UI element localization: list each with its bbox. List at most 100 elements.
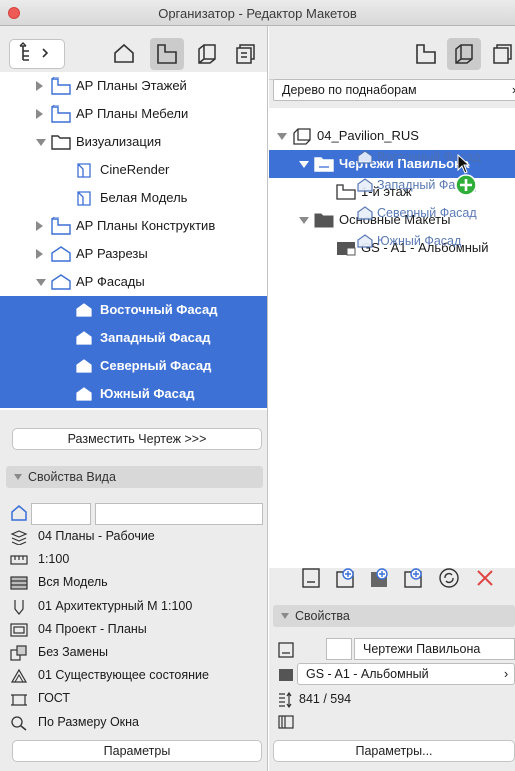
layout-id-field[interactable] (326, 638, 352, 660)
view-map-right-button[interactable] (409, 38, 443, 70)
elevation-ghost-icon (357, 150, 373, 164)
view-property-value: 1:100 (38, 552, 70, 567)
view-map-button[interactable] (150, 38, 184, 70)
tree-item[interactable]: 04_Pavilion_RUS (269, 122, 515, 150)
view-property-row[interactable]: Вся Модель (10, 572, 260, 594)
floorplan-icon (416, 44, 436, 64)
tree-item[interactable]: Южный Фасад (0, 380, 267, 408)
tree-mode-dropdown[interactable]: Дерево по поднаборам › (273, 79, 515, 101)
layout-icon (335, 183, 359, 204)
tree-item-label: Восточный Фасад (100, 302, 218, 317)
new-layout-icon[interactable] (299, 566, 323, 590)
elevation-ghost-icon (357, 206, 373, 220)
tree-item[interactable]: АР Разрезы (0, 240, 267, 268)
view-id-field[interactable] (31, 503, 91, 525)
properties-header[interactable]: Свойства (273, 605, 515, 627)
tree-item[interactable]: Белая Модель (0, 184, 267, 212)
tree-item[interactable]: АР Планы Мебели (0, 100, 267, 128)
project-map-button[interactable] (107, 38, 141, 70)
tree-item[interactable]: АР Фасады (0, 268, 267, 296)
layout-size-icon (279, 691, 292, 708)
right-pane: Дерево по поднаборам › 04_Pavilion_RUS Че… (269, 26, 515, 771)
master-layout-value: GS - A1 - Альбомный (306, 667, 429, 681)
place-drawing-button[interactable]: Разместить Чертеж >>> (12, 428, 262, 450)
view-property-row[interactable]: По Размеру Окна (10, 712, 260, 734)
view-property-row[interactable]: 04 Планы - Рабочие (10, 526, 260, 548)
new-folder-icon[interactable] (401, 566, 425, 590)
view-property-value: По Размеру Окна (38, 714, 140, 729)
publisher-button[interactable] (228, 38, 262, 70)
tree-item-label: CineRender (100, 162, 170, 177)
tree-item[interactable]: Восточный Фасад (0, 296, 267, 324)
disclosure-collapsed-icon[interactable] (36, 81, 43, 91)
view-property-row[interactable]: Без Замены (10, 642, 260, 664)
layout-actions (299, 564, 515, 594)
override-icon (10, 645, 28, 664)
tree-item[interactable]: Западный Фасад (0, 324, 267, 352)
tree-item[interactable]: Визуализация (0, 128, 267, 156)
elevation-icon (74, 301, 94, 322)
view-property-row[interactable]: 01 Существующее состояние (10, 665, 260, 687)
master-layout-icon (335, 239, 359, 260)
disclosure-expanded-icon[interactable] (299, 161, 309, 168)
delete-icon[interactable] (473, 566, 497, 590)
view-map-selector[interactable] (9, 39, 65, 69)
zoom-icon (10, 715, 28, 734)
drag-ghost-item: Западный Фасад (357, 176, 515, 196)
drag-ghost-label: Северный Фасад (377, 206, 477, 220)
section-folder-icon (50, 273, 72, 294)
render-icon (74, 189, 94, 210)
margin-icon (278, 715, 294, 729)
disclosure-collapsed-icon[interactable] (36, 109, 43, 119)
tree-item[interactable]: CineRender (0, 156, 267, 184)
elevation-ghost-icon (357, 234, 373, 248)
tree-item[interactable]: АР Планы Этажей (0, 72, 267, 100)
view-property-row[interactable]: 04 Проект - Планы (10, 619, 260, 641)
left-pane: АР Планы Этажей АР Планы Мебели Визуализац… (0, 26, 268, 771)
publisher-icon (493, 44, 512, 64)
add-badge-icon (455, 174, 477, 196)
tree-item-label: Северный Фасад (100, 358, 212, 373)
floorplan-folder-icon (50, 216, 72, 238)
drag-ghost-label: Южный Фасад (377, 234, 462, 248)
master-layout-dropdown[interactable]: GS - A1 - Альбомный › (297, 663, 515, 685)
view-properties-title: Свойства Вида (28, 470, 116, 484)
disclosure-expanded-icon[interactable] (277, 133, 287, 140)
tree-item-label: АР Планы Мебели (76, 106, 189, 121)
layout-book-button[interactable] (190, 38, 224, 70)
view-property-row[interactable]: 01 Архитектурный М 1:100 (10, 596, 260, 618)
layout-params-button[interactable]: Параметры... (273, 740, 515, 762)
layout-book-icon (198, 44, 216, 64)
tree-item[interactable]: АР Планы Конструктив (0, 212, 267, 240)
tree-item[interactable]: Северный Фасад (0, 352, 267, 380)
elevation-icon (74, 329, 94, 350)
structure-icon (10, 575, 28, 594)
new-subset-icon[interactable] (333, 566, 357, 590)
view-property-row[interactable]: 1:100 (10, 549, 260, 571)
disclosure-expanded-icon[interactable] (36, 279, 46, 286)
layout-size-value: 841 / 594 (299, 692, 352, 706)
master-layout-small-icon (279, 669, 293, 681)
disclosure-expanded-icon[interactable] (299, 217, 309, 224)
publisher-right-button[interactable] (485, 38, 515, 70)
scale-icon (10, 552, 28, 571)
update-icon[interactable] (437, 566, 461, 590)
disclosure-expanded-icon[interactable] (36, 139, 46, 146)
view-properties-header[interactable]: Свойства Вида (6, 466, 263, 488)
layout-book-right-button[interactable] (447, 38, 481, 70)
tree-item-label: АР Планы Конструктив (76, 218, 216, 233)
disclosure-collapsed-icon[interactable] (36, 221, 43, 231)
view-property-value: Вся Модель (38, 575, 108, 590)
layout-name-field[interactable]: Чертежи Павильона (354, 638, 515, 660)
view-property-row[interactable]: ГОСТ (10, 688, 260, 710)
new-master-layout-icon[interactable] (367, 566, 391, 590)
view-name-field[interactable] (95, 503, 263, 525)
collapse-arrow-icon (14, 474, 22, 480)
disclosure-collapsed-icon[interactable] (36, 249, 43, 259)
tree-item-label: АР Планы Этажей (76, 78, 187, 93)
right-toolbar (269, 26, 515, 80)
tree-item-label: Западный Фасад (100, 330, 211, 345)
view-property-value: 01 Архитектурный М 1:100 (38, 598, 193, 613)
view-params-button[interactable]: Параметры (12, 740, 262, 762)
tree-item-label: Белая Модель (100, 190, 188, 205)
